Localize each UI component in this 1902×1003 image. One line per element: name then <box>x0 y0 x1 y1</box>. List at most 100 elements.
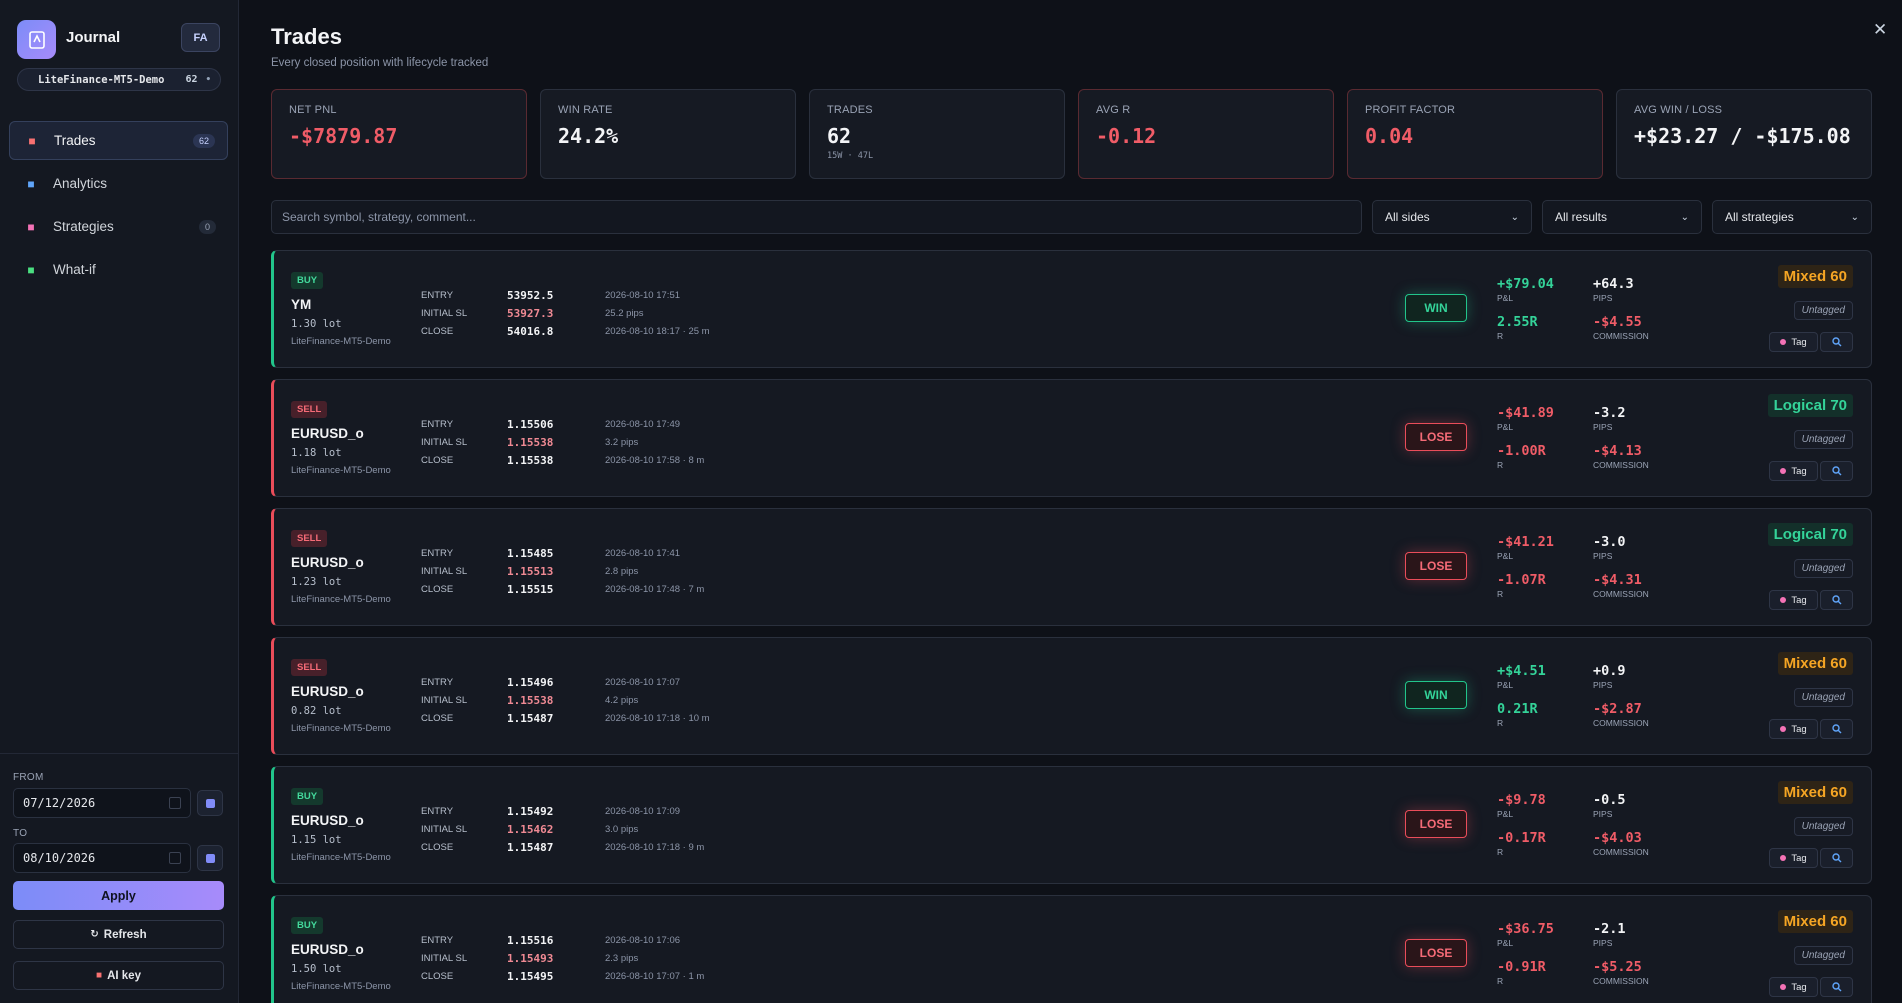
sl-price: 53927.3 <box>507 306 554 320</box>
pnl-value: -$9.78 <box>1497 792 1546 808</box>
entry-time: 2026-08-10 17:07 <box>605 676 681 688</box>
sides-select[interactable]: All sides ⌄ <box>1372 200 1532 234</box>
strategy-score-badge: Mixed 60 <box>1777 652 1853 675</box>
trade-card[interactable]: SELL EURUSD_o 0.82 lot LiteFinance-MT5-D… <box>271 637 1872 755</box>
avatar[interactable]: FA <box>181 23 220 52</box>
r-value: 2.55R <box>1497 314 1538 330</box>
pips-value: -0.5 <box>1593 792 1626 808</box>
trade-list: BUY YM 1.30 lot LiteFinance-MT5-Demo ENT… <box>271 250 1872 1003</box>
inspect-button[interactable] <box>1820 461 1853 481</box>
entry-price: 1.15485 <box>507 546 554 560</box>
trade-fields: ENTRY 1.15516 2026-08-10 17:06 INITIAL S… <box>421 931 704 985</box>
account-selector[interactable]: LiteFinance-MT5-Demo 62 • <box>17 68 221 91</box>
trade-card[interactable]: BUY YM 1.30 lot LiteFinance-MT5-Demo ENT… <box>271 250 1872 368</box>
sidebar-item-strategies[interactable]: ■ Strategies 0 <box>9 207 228 246</box>
calendar-icon <box>169 852 181 864</box>
page-title: Trades <box>271 24 342 49</box>
tag-label: Tag <box>1791 336 1807 348</box>
untagged-badge: Untagged <box>1793 946 1853 965</box>
inspect-button[interactable] <box>1820 590 1853 610</box>
pnl-metric: -$36.75 P&L <box>1497 921 1554 948</box>
r-metric: -0.17R R <box>1497 830 1546 857</box>
tag-button[interactable]: Tag <box>1769 332 1818 352</box>
sl-row: INITIAL SL 1.15462 3.0 pips <box>421 820 704 838</box>
trade-fields: ENTRY 53952.5 2026-08-10 17:51 INITIAL S… <box>421 286 710 340</box>
sl-price: 1.15462 <box>507 822 554 836</box>
close-price: 1.15487 <box>507 840 554 854</box>
pnl-value: -$36.75 <box>1497 921 1554 937</box>
to-calendar-button[interactable] <box>197 845 223 871</box>
from-label: FROM <box>13 772 44 783</box>
entry-price: 1.15506 <box>507 417 554 431</box>
tag-label: Tag <box>1791 723 1807 735</box>
inspect-button[interactable] <box>1820 977 1853 997</box>
sl-price: 1.15493 <box>507 951 554 965</box>
trade-fields: ENTRY 1.15485 2026-08-10 17:41 INITIAL S… <box>421 544 704 598</box>
tag-button[interactable]: Tag <box>1769 977 1818 997</box>
commission-label: COMMISSION <box>1593 589 1649 599</box>
entry-label: ENTRY <box>421 805 454 817</box>
refresh-label: Refresh <box>103 928 147 941</box>
side-badge: SELL <box>291 659 328 676</box>
from-calendar-button[interactable] <box>197 790 223 816</box>
commission-value: -$4.13 <box>1593 443 1642 459</box>
commission-value: -$4.03 <box>1593 830 1642 846</box>
trade-card[interactable]: SELL EURUSD_o 1.23 lot LiteFinance-MT5-D… <box>271 508 1872 626</box>
trade-fields: ENTRY 1.15496 2026-08-10 17:07 INITIAL S… <box>421 673 710 727</box>
chevron-down-icon: ⌄ <box>1850 211 1859 223</box>
stat-label: AVG WIN / LOSS <box>1634 104 1723 116</box>
sidebar-item-analytics[interactable]: ■ Analytics <box>9 164 228 203</box>
pips-metric: +0.9 PIPS <box>1593 663 1626 690</box>
from-date-input[interactable]: 07/12/2026 <box>13 788 191 818</box>
tag-button[interactable]: Tag <box>1769 590 1818 610</box>
close-label: CLOSE <box>421 841 454 853</box>
close-price: 1.15515 <box>507 582 554 596</box>
trade-account: LiteFinance-MT5-Demo <box>291 465 391 476</box>
close-label: CLOSE <box>421 454 454 466</box>
sl-pips: 2.3 pips <box>605 952 639 964</box>
commission-metric: -$5.25 COMMISSION <box>1593 959 1649 986</box>
tag-button[interactable]: Tag <box>1769 719 1818 739</box>
trade-card[interactable]: BUY EURUSD_o 1.50 lot LiteFinance-MT5-De… <box>271 895 1872 1003</box>
app-logo[interactable] <box>17 20 56 59</box>
strategies-select[interactable]: All strategies ⌄ <box>1712 200 1872 234</box>
tag-button[interactable]: Tag <box>1769 848 1818 868</box>
strategy-score-badge: Mixed 60 <box>1777 781 1853 804</box>
strategies-select-value: All strategies <box>1725 210 1794 224</box>
inspect-button[interactable] <box>1820 719 1853 739</box>
inspect-button[interactable] <box>1820 848 1853 868</box>
sidebar-item-badge: 0 <box>198 219 216 234</box>
sl-price: 1.15538 <box>507 435 554 449</box>
side-badge: BUY <box>291 272 324 289</box>
commission-label: COMMISSION <box>1593 847 1649 857</box>
tag-button[interactable]: Tag <box>1769 461 1818 481</box>
pips-value: +0.9 <box>1593 663 1626 679</box>
sidebar-item-trades[interactable]: ■ Trades 62 <box>9 121 228 160</box>
trade-card[interactable]: SELL EURUSD_o 1.18 lot LiteFinance-MT5-D… <box>271 379 1872 497</box>
sl-row: INITIAL SL 1.15538 4.2 pips <box>421 691 710 709</box>
pnl-label: P&L <box>1497 551 1514 561</box>
pips-metric: +64.3 PIPS <box>1593 276 1634 303</box>
results-select[interactable]: All results ⌄ <box>1542 200 1702 234</box>
r-metric: 2.55R R <box>1497 314 1538 341</box>
ai-key-button[interactable]: ■ AI key <box>13 961 224 990</box>
refresh-button[interactable]: ↻ Refresh <box>13 920 224 949</box>
sidebar-item-whatif[interactable]: ■ What-if <box>9 250 228 289</box>
result-badge: LOSE <box>1405 423 1467 451</box>
to-date-input[interactable]: 08/10/2026 <box>13 843 191 873</box>
search-input[interactable]: Search symbol, strategy, comment... <box>271 200 1362 234</box>
trade-symbol: YM <box>291 297 312 312</box>
calendar-icon <box>205 853 215 863</box>
trade-card[interactable]: BUY EURUSD_o 1.15 lot LiteFinance-MT5-De… <box>271 766 1872 884</box>
r-value: -0.91R <box>1497 959 1546 975</box>
sidebar-item-label: What-if <box>53 262 96 277</box>
side-badge: SELL <box>291 401 328 418</box>
r-label: R <box>1497 718 1504 728</box>
calendar-icon <box>169 797 181 809</box>
inspect-button[interactable] <box>1820 332 1853 352</box>
r-metric: -0.91R R <box>1497 959 1546 986</box>
commission-label: COMMISSION <box>1593 331 1649 341</box>
close-icon[interactable]: ✕ <box>1873 20 1887 40</box>
apply-button[interactable]: Apply <box>13 881 224 910</box>
stat-card: AVG R -0.12 <box>1078 89 1334 179</box>
